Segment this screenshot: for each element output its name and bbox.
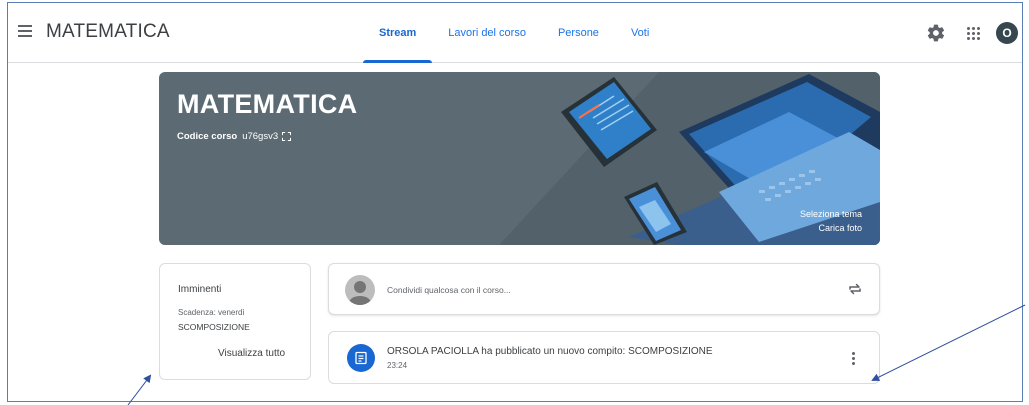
- course-banner: MATEMATICA Codice corso u76gsv3 Selezion…: [159, 72, 880, 245]
- user-avatar: [345, 275, 375, 305]
- account-avatar[interactable]: O: [996, 22, 1018, 44]
- assignment-post[interactable]: ORSOLA PACIOLLA ha pubblicato un nuovo c…: [328, 331, 880, 384]
- course-title: MATEMATICA: [177, 89, 358, 119]
- apps-grid-icon[interactable]: [963, 23, 983, 43]
- view-all-link[interactable]: Visualizza tutto: [218, 348, 285, 359]
- upcoming-due: Scadenza: venerdì: [178, 308, 245, 317]
- classroom-window: MATEMATICA Stream Lavori del corso Perso…: [7, 2, 1023, 402]
- select-theme-link[interactable]: Seleziona tema: [800, 209, 862, 219]
- post-title: ORSOLA PACIOLLA ha pubblicato un nuovo c…: [387, 346, 713, 357]
- more-options-icon[interactable]: [845, 348, 861, 368]
- upload-photo-link[interactable]: Carica foto: [818, 223, 862, 233]
- course-code: Codice corso u76gsv3: [177, 131, 292, 142]
- share-box[interactable]: Condividi qualcosa con il corso...: [328, 263, 880, 315]
- app-title: MATEMATICA: [46, 21, 170, 42]
- upcoming-item[interactable]: SCOMPOSIZIONE: [178, 322, 250, 332]
- course-code-value: u76gsv3: [242, 131, 279, 142]
- course-code-label: Codice corso: [177, 131, 238, 142]
- menu-icon[interactable]: [18, 25, 32, 37]
- repost-icon[interactable]: [847, 281, 863, 297]
- share-placeholder: Condividi qualcosa con il corso...: [387, 285, 511, 295]
- assignment-icon: [347, 344, 375, 372]
- upcoming-card: Imminenti Scadenza: venerdì SCOMPOSIZION…: [159, 263, 311, 380]
- tab-bar: Stream Lavori del corso Persone Voti: [363, 3, 665, 63]
- fullscreen-icon[interactable]: [282, 132, 292, 141]
- tab-stream[interactable]: Stream: [363, 3, 433, 63]
- tab-course-work[interactable]: Lavori del corso: [432, 3, 542, 63]
- tab-grades[interactable]: Voti: [615, 3, 665, 63]
- upcoming-title: Imminenti: [178, 284, 222, 295]
- top-bar: MATEMATICA Stream Lavori del corso Perso…: [8, 3, 1022, 63]
- gear-icon[interactable]: [926, 23, 946, 43]
- tab-people[interactable]: Persone: [542, 3, 615, 63]
- post-time: 23:24: [387, 361, 408, 370]
